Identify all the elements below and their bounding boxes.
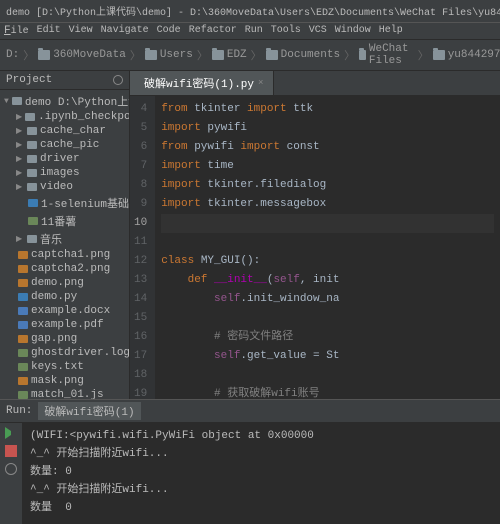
tree-root[interactable]: ▼demo D:\Python上课代码\demo [0, 92, 129, 110]
tree-folder[interactable]: ▶video [0, 180, 129, 194]
folder-icon [38, 50, 50, 60]
tree-file[interactable]: ghostdriver.log [0, 346, 129, 360]
tree-file[interactable]: match_01.js [0, 388, 129, 399]
crumb-6[interactable]: yu844297347 [433, 49, 500, 61]
menu-vcs[interactable]: VCS [309, 25, 327, 37]
menu-refactor[interactable]: Refactor [189, 25, 237, 37]
tree-file[interactable]: mask.png [0, 374, 129, 388]
project-sidebar: Project ▼demo D:\Python上课代码\demo ▶.ipynb… [0, 71, 130, 399]
run-icon[interactable] [5, 427, 17, 439]
tree-file[interactable]: 11番薯 [0, 212, 129, 230]
console-output[interactable]: (WIFI:<pywifi.wifi.PyWiFi object at 0x00… [22, 423, 500, 524]
tree-folder[interactable]: ▶cache_char [0, 124, 129, 138]
breadcrumb-bar: D:〉 360MoveData〉 Users〉 EDZ〉 Documents〉 … [0, 40, 500, 71]
sidebar-title: Project [6, 74, 52, 86]
tree-folder[interactable]: ▶.ipynb_checkpoints [0, 110, 129, 124]
crumb-5[interactable]: WeChat Files [359, 43, 414, 67]
rerun-icon[interactable] [5, 463, 17, 475]
window-title: demo [D:\Python上课代码\demo] - D:\360MoveDa… [0, 0, 500, 23]
tree-file[interactable]: example.docx [0, 304, 129, 318]
tree-file[interactable]: keys.txt [0, 360, 129, 374]
tree-file[interactable]: 1-selenium基础操作.py [0, 194, 129, 212]
console-label: Run: [6, 405, 32, 417]
tree-folder[interactable]: ▶音乐 [0, 230, 129, 248]
menu-navigate[interactable]: Navigate [101, 25, 149, 37]
console-toolbar [0, 423, 22, 524]
tree-folder[interactable]: ▶driver [0, 152, 129, 166]
line-gutter[interactable]: 45678910111213141516171819 [130, 96, 155, 399]
tree-file[interactable]: gap.png [0, 332, 129, 346]
close-icon[interactable]: × [258, 78, 263, 88]
project-tree[interactable]: ▼demo D:\Python上课代码\demo ▶.ipynb_checkpo… [0, 90, 129, 399]
stop-icon[interactable] [5, 445, 17, 457]
editor-tab[interactable]: 破解wifi密码(1).py × [130, 71, 274, 95]
code-area[interactable]: from tkinter import ttkimport pywififrom… [155, 96, 500, 399]
menu-help[interactable]: Help [379, 25, 403, 37]
tree-file[interactable]: captcha1.png [0, 248, 129, 262]
menu-file[interactable]: FFileile [4, 25, 29, 37]
tree-file[interactable]: demo.py [0, 290, 129, 304]
editor-pane: 破解wifi密码(1).py × 45678910111213141516171… [130, 71, 500, 399]
run-console: Run: 破解wifi密码(1) (WIFI:<pywifi.wifi.PyWi… [0, 399, 500, 524]
tree-folder[interactable]: ▶images [0, 166, 129, 180]
tree-folder[interactable]: ▶cache_pic [0, 138, 129, 152]
tree-file[interactable]: captcha2.png [0, 262, 129, 276]
crumb-root[interactable]: D: [6, 49, 19, 61]
crumb-2[interactable]: Users [145, 49, 193, 61]
console-tab[interactable]: 破解wifi密码(1) [38, 402, 140, 420]
gear-icon[interactable] [113, 75, 123, 85]
menu-window[interactable]: Window [335, 25, 371, 37]
menu-bar: FFileile Edit View Navigate Code Refacto… [0, 23, 500, 40]
menu-run[interactable]: Run [245, 25, 263, 37]
crumb-1[interactable]: 360MoveData [38, 49, 126, 61]
menu-edit[interactable]: Edit [37, 25, 61, 37]
crumb-3[interactable]: EDZ [212, 49, 247, 61]
crumb-4[interactable]: Documents [266, 49, 340, 61]
tree-file[interactable]: example.pdf [0, 318, 129, 332]
menu-view[interactable]: View [69, 25, 93, 37]
menu-tools[interactable]: Tools [271, 25, 301, 37]
menu-code[interactable]: Code [157, 25, 181, 37]
tree-file[interactable]: demo.png [0, 276, 129, 290]
tab-label: 破解wifi密码(1).py [144, 75, 254, 91]
editor-tabs: 破解wifi密码(1).py × [130, 71, 500, 96]
